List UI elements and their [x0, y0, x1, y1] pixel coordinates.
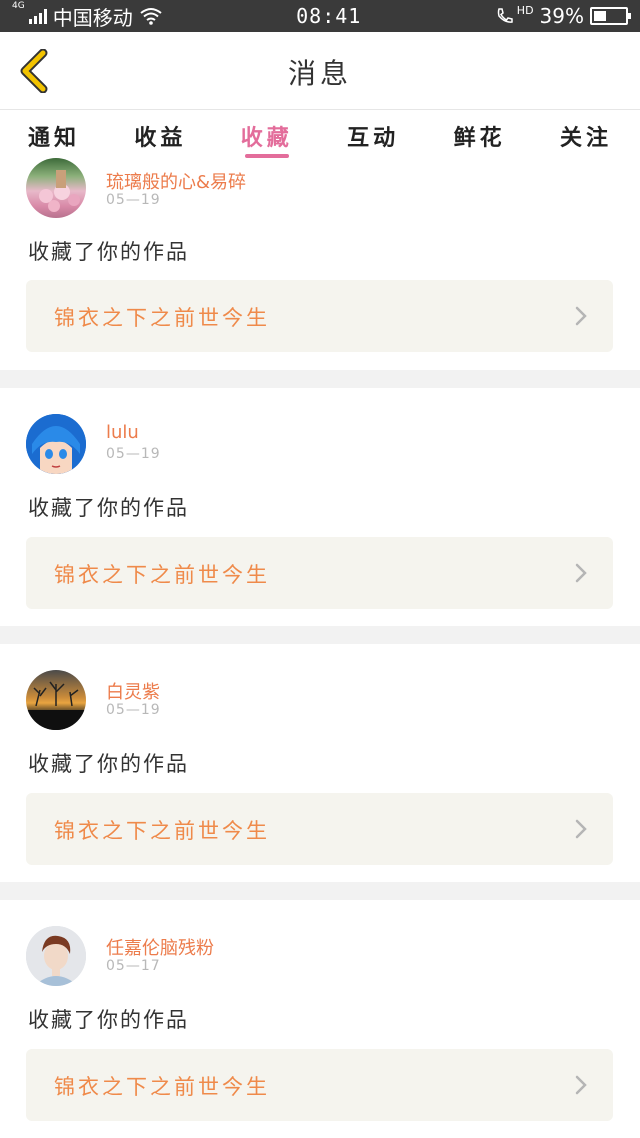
action-text: 收藏了你的作品 — [28, 496, 189, 520]
message-list: 琉璃般的心&易碎 05—19 收藏了你的作品 锦衣之下之前世今生 lulu 05… — [0, 158, 640, 1138]
status-right: HD 39% — [495, 4, 631, 28]
hd-label: HD — [516, 4, 534, 17]
separator — [0, 882, 640, 900]
tab-following[interactable]: 关注 — [560, 110, 612, 160]
list-item: 白灵紫 05—19 收藏了你的作品 锦衣之下之前世今生 — [0, 644, 640, 882]
username[interactable]: 任嘉伦脑残粉 — [106, 934, 214, 960]
battery-level — [594, 11, 606, 21]
work-title: 锦衣之下之前世今生 — [54, 563, 270, 587]
chevron-right-icon — [575, 819, 587, 839]
action-text: 收藏了你的作品 — [28, 240, 189, 264]
wifi-icon — [139, 7, 163, 25]
carrier-name: 中国移动 — [52, 5, 133, 30]
battery-icon — [590, 7, 631, 25]
work-link[interactable]: 锦衣之下之前世今生 — [26, 793, 613, 865]
status-time: 08:41 — [296, 4, 362, 28]
username[interactable]: 琉璃般的心&易碎 — [106, 168, 246, 194]
work-link[interactable]: 锦衣之下之前世今生 — [26, 1049, 613, 1121]
action-text: 收藏了你的作品 — [28, 752, 189, 776]
avatar[interactable] — [26, 926, 86, 986]
network-type: 4G — [12, 0, 25, 11]
list-item: 琉璃般的心&易碎 05—19 收藏了你的作品 锦衣之下之前世今生 — [0, 158, 640, 370]
chevron-right-icon — [575, 1075, 587, 1095]
separator — [0, 370, 640, 388]
phone-icon — [495, 6, 515, 26]
tab-interactions[interactable]: 互动 — [347, 110, 399, 160]
work-title: 锦衣之下之前世今生 — [54, 1075, 270, 1099]
avatar[interactable] — [26, 158, 86, 218]
date: 05—17 — [106, 958, 161, 974]
status-bar: 4G 中国移动 08:41 HD 39% — [0, 0, 640, 32]
date: 05—19 — [106, 446, 161, 462]
avatar[interactable] — [26, 414, 86, 474]
date: 05—19 — [106, 192, 161, 208]
nav-bar: 消息 — [0, 32, 640, 110]
work-link[interactable]: 锦衣之下之前世今生 — [26, 280, 613, 352]
battery-percent: 39% — [539, 4, 584, 28]
avatar[interactable] — [26, 670, 86, 730]
work-link[interactable]: 锦衣之下之前世今生 — [26, 537, 613, 609]
date: 05—19 — [106, 702, 161, 718]
username[interactable]: 白灵紫 — [106, 678, 160, 704]
status-left: 4G 中国移动 — [12, 0, 163, 31]
work-title: 锦衣之下之前世今生 — [54, 306, 270, 330]
work-title: 锦衣之下之前世今生 — [54, 819, 270, 843]
list-item: lulu 05—19 收藏了你的作品 锦衣之下之前世今生 — [0, 388, 640, 626]
list-item: 任嘉伦脑残粉 05—17 收藏了你的作品 锦衣之下之前世今生 — [0, 900, 640, 1138]
tab-flowers[interactable]: 鲜花 — [454, 110, 506, 160]
page-title: 消息 — [287, 57, 352, 90]
chevron-right-icon — [575, 306, 587, 326]
tab-earnings[interactable]: 收益 — [134, 110, 186, 160]
separator — [0, 626, 640, 644]
username[interactable]: lulu — [106, 422, 139, 443]
tab-bar: 通知 收益 收藏 互动 鲜花 关注 — [0, 110, 640, 160]
action-text: 收藏了你的作品 — [28, 1008, 189, 1032]
chevron-right-icon — [575, 563, 587, 583]
signal-icon — [28, 8, 47, 24]
tab-favorites[interactable]: 收藏 — [241, 110, 293, 160]
tab-notifications[interactable]: 通知 — [28, 110, 80, 160]
